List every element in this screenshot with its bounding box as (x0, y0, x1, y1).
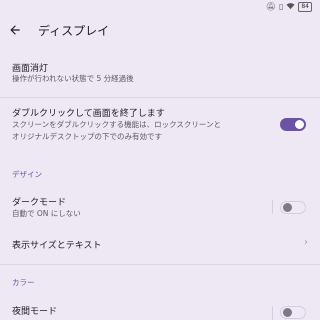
page-title: ディスプレイ (38, 23, 110, 38)
vibrate-icon: ▯ (278, 2, 284, 11)
double-tap-item[interactable]: ダブルクリックして画面を終了します スクリーンをダブルクリックする機能は、ロック… (0, 100, 320, 150)
divider (0, 97, 320, 98)
night-mode-item[interactable]: 夜間モード (0, 296, 320, 320)
battery-indicator: 84 (298, 2, 312, 12)
toggle-knob (295, 120, 304, 129)
dark-mode-title: ダークモード (12, 198, 67, 208)
double-tap-subtitle-line2: オリジナルデスクトップの下でのみ有効です (12, 132, 162, 141)
double-tap-title: ダブルクリックして画面を終了します (12, 109, 165, 119)
section-header-design: デザイン (12, 170, 42, 179)
vertical-separator (272, 306, 273, 320)
section-header-color: カラー (12, 278, 35, 287)
status-bar: 🔕︎ ▯ 84 (0, 0, 320, 14)
divider (0, 264, 320, 265)
screen-timeout-subtitle: 操作が行われない状態で 5 分経過後 (12, 74, 134, 83)
chevron-right-icon: › (304, 237, 308, 248)
screen-timeout-item[interactable]: 画面消灯 操作が行われない状態で 5 分経過後 (0, 55, 320, 93)
dark-mode-item[interactable]: ダークモード 自動で ON にしない (0, 190, 320, 224)
night-mode-toggle[interactable] (280, 306, 306, 319)
dark-mode-subtitle: 自動で ON にしない (12, 209, 81, 218)
toggle-knob (283, 203, 292, 212)
double-tap-subtitle-line1: スクリーンをダブルクリックする機能は、ロックスクリーンと (12, 120, 222, 129)
night-mode-title: 夜間モード (12, 307, 58, 317)
back-arrow-icon[interactable] (8, 23, 22, 37)
wifi-icon (286, 2, 295, 12)
display-size-text-title: 表示サイズとテキスト (12, 241, 102, 251)
dark-mode-toggle[interactable] (280, 201, 306, 214)
double-tap-toggle[interactable] (280, 118, 306, 131)
mute-icon: 🔕︎ (265, 2, 276, 11)
vertical-separator (272, 200, 273, 214)
display-size-text-item[interactable]: 表示サイズとテキスト › (0, 232, 320, 256)
app-bar: ディスプレイ (0, 16, 320, 44)
toggle-knob (283, 308, 292, 317)
